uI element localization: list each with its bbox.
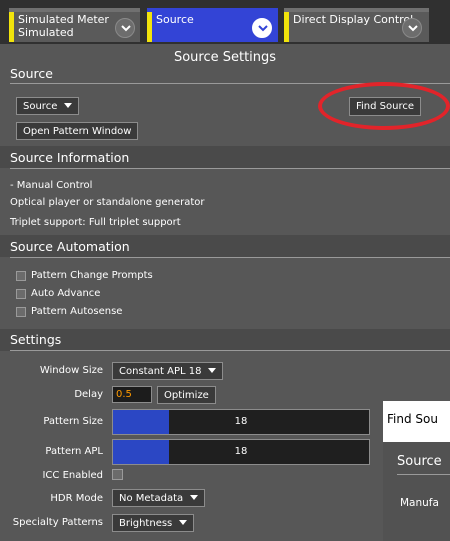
checkbox-label: Pattern Change Prompts [31,270,153,281]
popup-title: Find Sou [387,412,438,426]
source-dropdown[interactable]: Source [16,97,80,115]
tab-label: Source [156,13,194,26]
popup-manufacturer-label: Manufa [400,497,439,509]
chevron-down-icon[interactable] [115,18,135,38]
section-divider [397,474,450,475]
find-source-button[interactable]: Find Source [349,97,422,116]
icc-enabled-label: ICC Enabled [42,470,103,481]
specialty-patterns-label: Specialty Patterns [12,517,103,528]
chevron-down-icon [179,520,188,525]
open-pattern-window-button[interactable]: Open Pattern Window [16,122,139,140]
tab-source[interactable]: Source [147,8,278,42]
checkbox-label: Auto Advance [31,288,101,299]
popup-section-heading: Source [397,454,442,469]
tab-indicator-strip [147,12,152,42]
section-heading-source-information: Source Information [10,150,130,165]
tab-label: Simulated Meter [18,13,109,26]
panel-title: Source Settings [173,50,277,65]
chevron-down-icon [208,368,217,373]
delay-label: Delay [74,389,103,400]
slider-value: 18 [234,416,248,427]
section-heading-source: Source [10,66,53,81]
hdr-mode-label: HDR Mode [50,493,103,504]
tab-indicator-strip [284,12,289,42]
pattern-apl-label: Pattern APL [45,446,103,457]
source-info-control: - Manual Control [10,180,93,191]
chevron-down-icon[interactable] [252,18,272,38]
source-settings-window: Simulated Meter Simulated Source Direct … [0,0,450,541]
hdr-mode-value: No Metadata [119,493,184,504]
window-size-dropdown[interactable]: Constant APL 18 [112,362,224,380]
section-divider [10,83,450,84]
chevron-down-icon [190,495,199,500]
checkbox-label: Pattern Autosense [31,306,123,317]
find-source-popup[interactable]: Find Sou Source Manufa [383,401,450,541]
pattern-apl-slider[interactable]: 18 [112,439,370,465]
slider-value: 18 [234,446,248,457]
source-info-device: Optical player or standalone generator [10,197,205,208]
checkbox[interactable] [16,271,26,281]
checkbox[interactable] [16,289,26,299]
specialty-patterns-value: Brightness [119,518,173,529]
tab-sublabel: Simulated [18,26,74,39]
icc-enabled-checkbox[interactable] [112,469,123,480]
tab-label: Direct Display Control [293,13,414,26]
tab-bar: Simulated Meter Simulated Source Direct … [0,0,450,44]
window-size-label: Window Size [39,365,103,376]
checkbox[interactable] [16,307,26,317]
specialty-patterns-dropdown[interactable]: Brightness [112,514,195,532]
section-divider [10,350,450,351]
pattern-size-slider[interactable]: 18 [112,409,370,435]
window-size-value: Constant APL 18 [119,366,202,377]
section-divider [10,168,450,169]
tab-direct-display-control[interactable]: Direct Display Control [284,8,429,42]
popup-body: Source Manufa [383,442,450,541]
tab-indicator-strip [9,12,14,42]
source-dropdown-label: Source [23,101,58,112]
chevron-down-icon [64,103,73,108]
delay-input[interactable]: 0.5 [112,386,152,403]
hdr-mode-dropdown[interactable]: No Metadata [112,489,206,507]
source-info-triplet: Triplet support: Full triplet support [10,217,181,228]
chevron-down-icon[interactable] [402,18,422,38]
section-divider [10,257,450,258]
section-band [0,329,450,351]
pattern-size-label: Pattern Size [43,416,103,427]
optimize-button[interactable]: Optimize [157,386,216,404]
section-heading-source-automation: Source Automation [10,239,130,254]
tab-simulated-meter[interactable]: Simulated Meter Simulated [9,8,140,42]
section-heading-settings: Settings [10,332,62,347]
